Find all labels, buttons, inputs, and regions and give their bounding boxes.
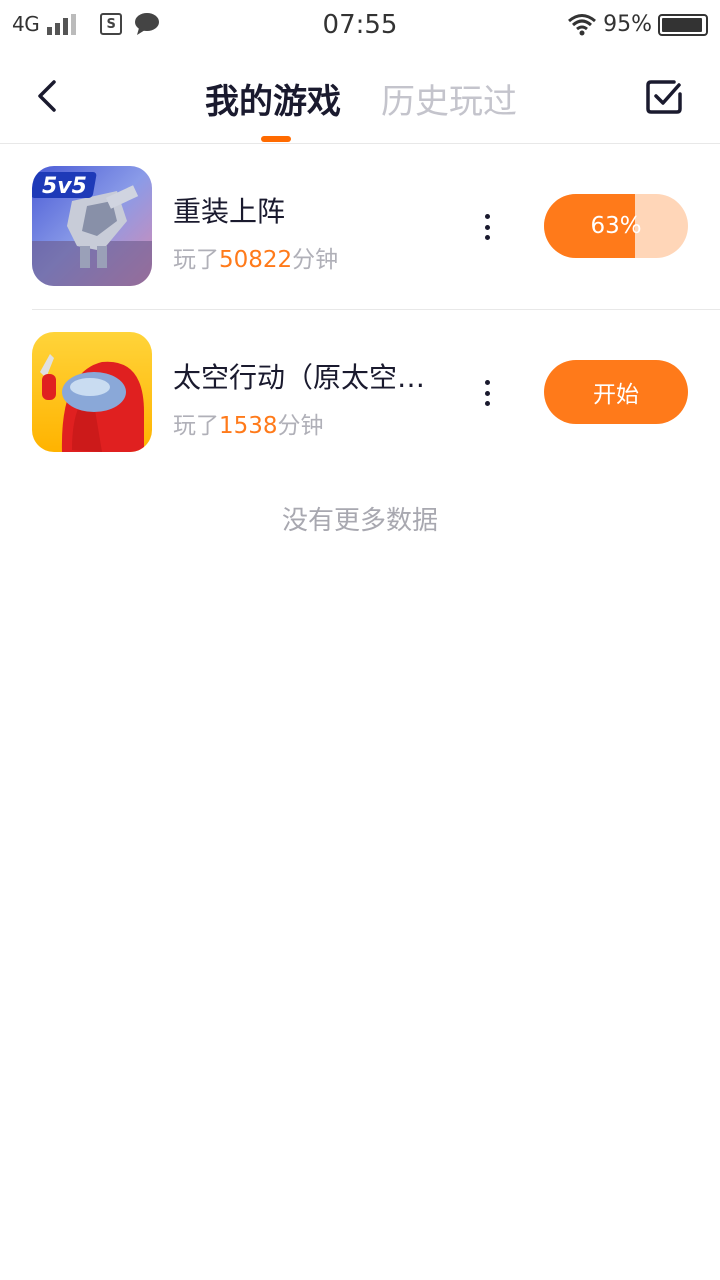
game-list-item[interactable]: 5v5 重装上阵 玩了50822分钟 63% (32, 144, 720, 310)
red-astronaut-artwork-icon (32, 332, 152, 452)
header: 我的游戏 历史玩过 (0, 50, 720, 144)
game-icon-astronaut[interactable] (32, 332, 152, 452)
mecha-artwork-icon: 5v5 (32, 166, 152, 286)
more-options-icon[interactable] (472, 376, 502, 410)
status-right: 95% (567, 12, 708, 37)
play-time-minutes: 1538 (219, 413, 278, 439)
game-icon-mecha[interactable]: 5v5 (32, 166, 152, 286)
status-bar: 4G S 07:55 95% (0, 0, 720, 50)
play-time-suffix: 分钟 (292, 247, 339, 273)
play-time-suffix: 分钟 (277, 413, 324, 439)
more-options-icon[interactable] (472, 210, 502, 244)
play-time-minutes: 50822 (219, 247, 293, 273)
icon-badge-text: 5v5 (42, 174, 87, 199)
game-title: 重装上阵 (173, 195, 286, 228)
start-game-button[interactable]: 开始 (544, 360, 688, 424)
tab-my-games[interactable]: 我的游戏 (205, 74, 341, 123)
battery-level (662, 17, 702, 32)
game-title: 太空行动（原太空… (173, 361, 426, 394)
play-time-prefix: 玩了 (173, 413, 219, 439)
tab-history-played[interactable]: 历史玩过 (381, 74, 517, 123)
game-list-item[interactable]: 太空行动（原太空… 玩了1538分钟 开始 (32, 310, 720, 476)
download-progress-button[interactable]: 63% (544, 194, 688, 258)
play-time-prefix: 玩了 (173, 247, 219, 273)
battery-percent: 95% (603, 12, 652, 37)
no-more-data-text: 没有更多数据 (281, 506, 438, 536)
play-time: 玩了1538分钟 (173, 406, 324, 440)
wifi-icon (568, 13, 597, 35)
back-icon[interactable] (26, 74, 70, 118)
battery-icon (658, 13, 708, 36)
active-tab-indicator (261, 136, 291, 142)
manage-checkbox-icon[interactable] (644, 76, 684, 116)
play-time: 玩了50822分钟 (173, 240, 338, 274)
progress-label: 63% (590, 213, 642, 239)
